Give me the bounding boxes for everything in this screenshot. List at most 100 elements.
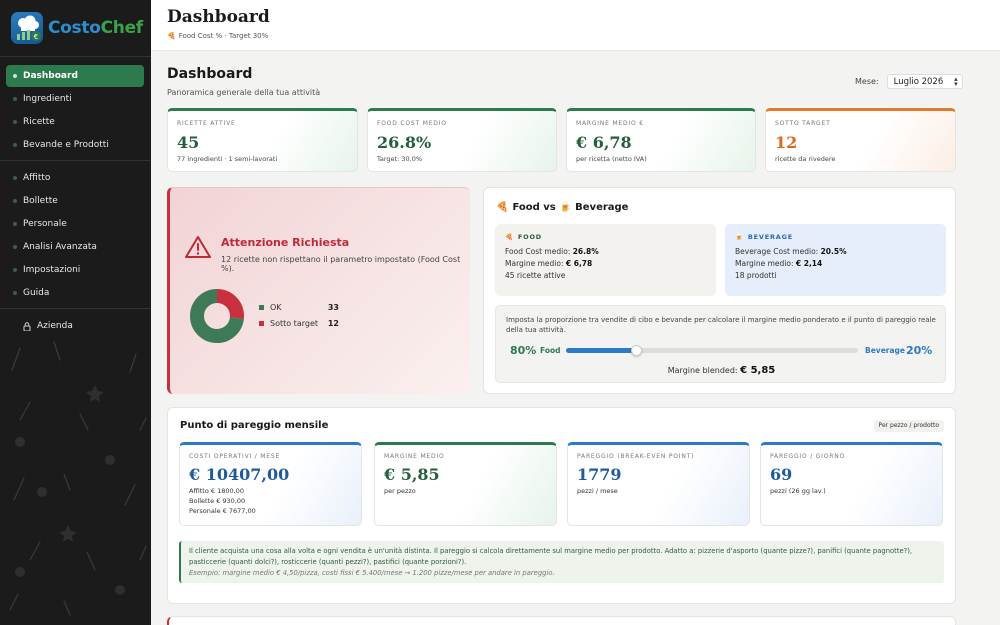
sidebar-divider: [0, 160, 150, 161]
month-select-value: Luglio 2026: [893, 76, 944, 87]
blended-margin-label: Margine blended:: [667, 366, 738, 375]
sidebar-item-ricette[interactable]: Ricette: [6, 111, 144, 133]
legend-value: 12: [327, 319, 339, 328]
be-card-label: PAREGGIO / GIORNO: [770, 453, 846, 460]
legend-label: OK: [270, 303, 282, 312]
be-card-value: 1779: [577, 465, 622, 484]
blended-margin: Margine blended: € 5,85: [496, 365, 947, 376]
mix-slider-fill: [566, 348, 636, 353]
kpi-value: € 6,78: [576, 133, 632, 152]
be-card-value: 69: [770, 465, 793, 484]
legend-value: 33: [327, 303, 339, 312]
sidebar-item-bollette[interactable]: Bollette: [6, 190, 144, 212]
be-card-value: € 5,85: [384, 465, 440, 484]
sidebar-item-guida[interactable]: Guida: [6, 282, 144, 304]
beverage-box-label: BEVERAGE: [747, 233, 793, 241]
page-description: Panoramica generale della tua attività: [167, 88, 321, 97]
food-percentage: 80%: [510, 344, 537, 357]
beverage-cost-line: Beverage Cost medio: 20.5%: [735, 247, 936, 256]
chevron-updown-icon: ▴ ▾: [954, 75, 958, 88]
bullet-icon: [13, 199, 17, 203]
kpi-note: Target: 30.0%: [377, 155, 423, 163]
kpi-sotto-target: SOTTO TARGET 12 ricette da rivedere: [765, 108, 956, 172]
kpi-label: MARGINE MEDIO €: [576, 120, 644, 127]
kpi-food-cost-medio: FOOD COST MEDIO 26.8% Target: 30.0%: [367, 108, 557, 172]
beverage-summary-box: 🍺 BEVERAGE Beverage Cost medio: 20.5% Mar…: [725, 224, 946, 296]
sidebar-item-affitto[interactable]: Affitto: [6, 167, 144, 189]
attention-message: 12 ricette non rispettano il parametro i…: [221, 255, 461, 273]
sidebar-item-personale[interactable]: Personale: [6, 213, 144, 235]
sidebar-item-ingredienti[interactable]: Ingredienti: [6, 88, 144, 110]
sidebar-item-label: Impostazioni: [23, 265, 81, 275]
legend-swatch: [259, 305, 264, 310]
chef-hat-icon: €: [11, 12, 43, 44]
sidebar-item-label: Bevande e Prodotti: [23, 140, 109, 150]
fb-title: 🍕 Food vs 🍺 Beverage: [496, 202, 628, 213]
sidebar-item-label: Guida: [23, 288, 50, 298]
sidebar: € CostoChef Dashboard Ingredienti Ricett…: [0, 0, 151, 625]
be-note-bollette: Bollette € 930,00: [189, 497, 246, 505]
month-select[interactable]: Luglio 2026 ▴ ▾: [886, 74, 963, 89]
bullet-icon: [13, 245, 17, 249]
pizza-icon: 🍕: [505, 233, 514, 241]
sidebar-item-azienda[interactable]: Azienda: [6, 315, 144, 337]
attention-title: Attenzione Richiesta: [221, 236, 350, 249]
beverage-count: 18 prodotti: [735, 271, 777, 280]
sidebar-divider: [0, 56, 151, 57]
legend-item-sotto-target: Sotto target 12: [259, 319, 339, 328]
be-costi-operativi: COSTI OPERATIVI / MESE € 10407,00 Affitt…: [179, 442, 362, 526]
break-even-card: Punto di pareggio mensile Per pezzo / pr…: [167, 407, 956, 604]
food-cost-label: Food Cost medio:: [505, 247, 571, 256]
kpi-label: SOTTO TARGET: [775, 120, 831, 127]
break-even-title: Punto di pareggio mensile: [180, 420, 329, 431]
food-summary-box: 🍕 FOOD Food Cost medio: 26.8% Margine med…: [495, 224, 716, 296]
top-header: Dashboard 🍕 Food Cost % · Target 30%: [151, 0, 1000, 51]
legend-label: Sotto target: [270, 319, 319, 328]
bullet-icon: [13, 143, 17, 147]
blended-margin-value: € 5,85: [740, 365, 776, 376]
break-even-mode-badge: Per pezzo / prodotto: [873, 420, 944, 432]
kpi-note: ricette da rivedere: [775, 155, 836, 163]
donut-legend: OK 33 Sotto target 12: [259, 303, 339, 335]
legend-swatch: [259, 321, 264, 326]
food-cost-value: 26.8%: [572, 247, 599, 256]
kpi-value: 12: [775, 133, 798, 152]
be-note-affitto: Affitto € 1800,00: [189, 487, 244, 495]
sidebar-item-dashboard[interactable]: Dashboard: [6, 65, 144, 87]
bullet-icon: [13, 97, 17, 101]
pizza-icon: 🍕: [167, 32, 176, 40]
app-logo[interactable]: € CostoChef: [11, 11, 143, 45]
food-slider-label: Food: [540, 346, 561, 355]
beverage-cost-label: Beverage Cost medio:: [735, 247, 819, 256]
page-title: Dashboard: [167, 66, 253, 82]
sidebar-item-impostazioni[interactable]: Impostazioni: [6, 259, 144, 281]
kpi-value: 26.8%: [377, 133, 432, 152]
kpi-margine-medio: MARGINE MEDIO € € 6,78 per ricetta (nett…: [566, 108, 756, 172]
bullet-icon: [13, 268, 17, 272]
kpi-label: RICETTE ATTIVE: [177, 120, 236, 127]
sidebar-item-analisi[interactable]: Analisi Avanzata: [6, 236, 144, 258]
sidebar-item-label: Affitto: [23, 173, 51, 183]
sidebar-item-label: Analisi Avanzata: [23, 242, 97, 252]
kpi-note: 77 ingredienti · 1 semi-lavorati: [177, 155, 278, 163]
be-margine-medio: MARGINE MEDIO € 5,85 per pezzo: [374, 442, 557, 526]
beverage-percentage: 20%: [906, 344, 933, 357]
mix-slider[interactable]: [566, 345, 858, 356]
beverage-cost-value: 20.5%: [820, 247, 847, 256]
be-note-personale: Personale € 7677,00: [189, 507, 256, 515]
sales-mix-panel: Imposta la proporzione tra vendite di ci…: [495, 305, 946, 383]
food-cost-line: Food Cost medio: 26.8%: [505, 247, 706, 256]
food-margin-value: € 6,78: [565, 259, 593, 268]
be-card-label: MARGINE MEDIO: [384, 453, 445, 460]
food-vs-beverage-card: 🍕 Food vs 🍺 Beverage 🍕 FOOD Food Cost med…: [483, 187, 956, 394]
beverage-slider-label: Beverage: [865, 346, 905, 355]
mix-slider-handle[interactable]: [631, 345, 642, 356]
lock-icon: [23, 321, 31, 331]
month-label: Mese:: [855, 77, 879, 86]
beverage-box-title: 🍺 BEVERAGE: [735, 233, 936, 241]
sidebar-item-bevande[interactable]: Bevande e Prodotti: [6, 134, 144, 156]
kpi-value: 45: [177, 133, 200, 152]
bullet-icon: [13, 74, 17, 78]
header-subtitle-text: Food Cost % · Target 30%: [178, 32, 269, 40]
fb-title-text: Food vs 🍺 Beverage: [512, 202, 629, 213]
